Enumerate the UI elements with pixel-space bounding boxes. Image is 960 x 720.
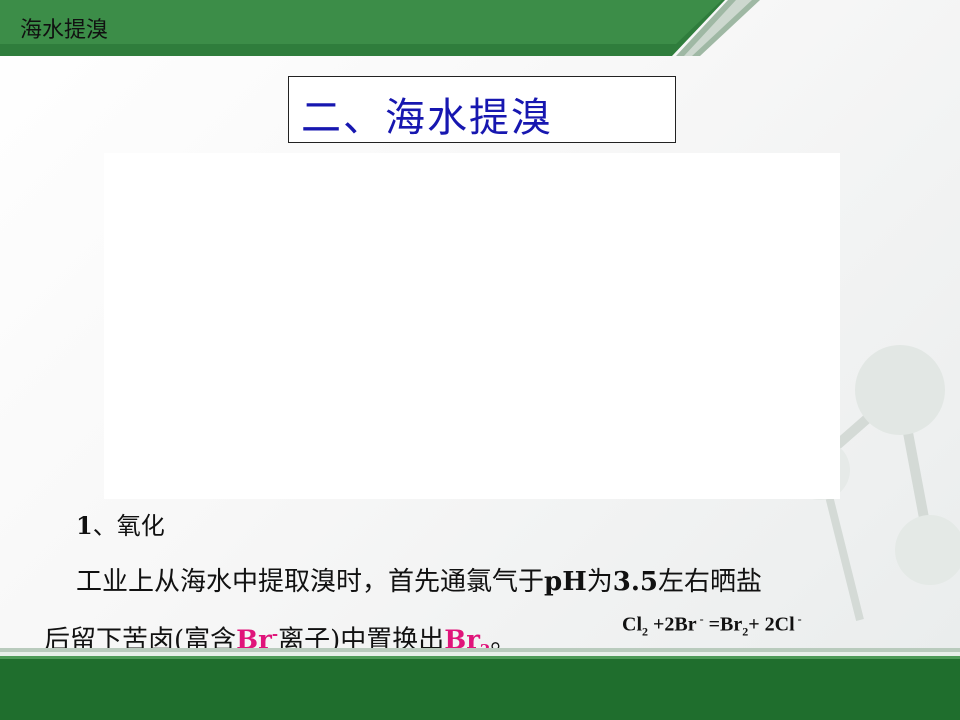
chemical-equation: Cl2 +2Br - =Br2+ 2Cl - [622,612,802,640]
equation-part: +2Br [648,613,697,636]
equation-part: Cl [622,613,642,636]
section-number: 1 [76,511,93,540]
footer-bar [0,648,960,720]
header-bar [0,0,760,56]
text-segment: 左右晒盐 [658,567,763,597]
image-placeholder [104,153,840,499]
section-label: 、氧化 [92,512,165,540]
equation-part: + 2Cl [748,613,795,636]
ph-value: 3.5 [612,567,659,597]
paragraph-line-1: 工业上从海水中提取溴时，首先通氯气于pH为3.5左右晒盐 [44,556,762,608]
equation-superscript: - [794,612,802,626]
equation-part: =Br [703,613,743,636]
text-segment: 为 [586,567,613,597]
text-segment: 工业上从海水中提取溴时，首先通氯气于 [76,567,545,597]
slide-title: 二、海水提溴 [301,95,553,141]
ph-text: pH [544,567,587,597]
slide-title-box: 二、海水提溴 [288,76,676,143]
equation-superscript: - [696,612,704,626]
header-title: 海水提溴 [20,18,109,43]
section-heading: 1、氧化 [76,506,165,541]
